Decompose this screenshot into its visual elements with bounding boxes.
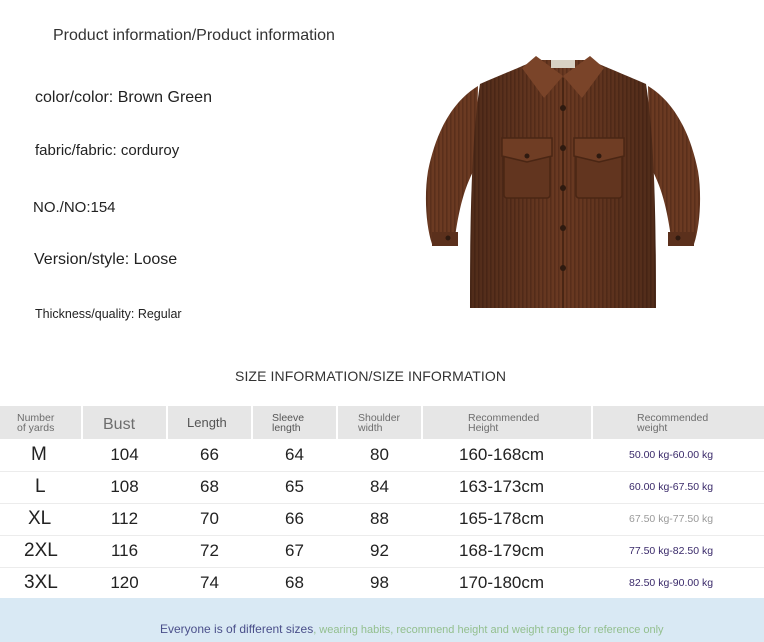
header-sleeve: Sleeve length [252, 406, 338, 439]
cell-height: 170-180cm [422, 567, 592, 600]
header-size: Number of yards [0, 406, 83, 439]
header-size-line2: of yards [17, 421, 55, 434]
cell-sleeve: 65 [252, 471, 337, 504]
header-weight: Recommended weight [592, 406, 764, 439]
table-row: M 104 66 64 80 160-168cm 50.00 kg-60.00 … [0, 439, 764, 472]
header-height: Recommended Height [422, 406, 593, 439]
footer-note-main: Everyone is of different sizes [160, 622, 314, 636]
size-section-title: SIZE INFORMATION/SIZE INFORMATION [235, 368, 507, 384]
spec-thickness: Thickness/quality: Regular [35, 307, 182, 321]
cell-height: 168-179cm [422, 535, 592, 568]
header-sleeve-line2: length [272, 421, 301, 434]
header-shoulder: Shoulder width [337, 406, 423, 439]
cell-length: 74 [167, 567, 252, 600]
cell-bust: 116 [82, 535, 167, 568]
cell-shoulder: 88 [337, 503, 422, 536]
size-table-header: Number of yards Bust Length Sleeve lengt… [0, 406, 764, 439]
cell-height: 163-173cm [422, 471, 592, 504]
header-shoulder-line1: Shoulder [358, 411, 401, 424]
header-height-line1: Recommended [468, 411, 540, 424]
cell-shoulder: 92 [337, 535, 422, 568]
page-title: Product information/Product information [53, 27, 335, 44]
cell-length: 70 [167, 503, 252, 536]
header-shoulder-line2: width [358, 421, 383, 434]
cell-sleeve: 67 [252, 535, 337, 568]
cell-bust: 120 [82, 567, 167, 600]
jacket-shape [425, 56, 701, 308]
header-height-line2: Height [468, 421, 499, 434]
cell-size: 3XL [0, 567, 82, 600]
table-row: XL 112 70 66 88 165-178cm 67.50 kg-77.50… [0, 503, 764, 536]
cell-length: 72 [167, 535, 252, 568]
header-bust: Bust [82, 406, 168, 439]
cell-bust: 108 [82, 471, 167, 504]
size-table: Number of yards Bust Length Sleeve lengt… [0, 406, 764, 600]
cell-size: M [0, 439, 82, 472]
cell-bust: 112 [82, 503, 167, 536]
header-size-line1: Number [17, 411, 55, 424]
cell-weight: 50.00 kg-60.00 kg [592, 439, 764, 472]
cell-shoulder: 98 [337, 567, 422, 600]
spec-fabric: fabric/fabric: corduroy [35, 142, 180, 159]
table-row: 2XL 116 72 67 92 168-179cm 77.50 kg-82.5… [0, 535, 764, 568]
table-row: L 108 68 65 84 163-173cm 60.00 kg-67.50 … [0, 471, 764, 504]
cell-weight: 60.00 kg-67.50 kg [592, 471, 764, 504]
cell-weight: 77.50 kg-82.50 kg [592, 535, 764, 568]
table-row: 3XL 120 74 68 98 170-180cm 82.50 kg-90.0… [0, 567, 764, 600]
cell-weight: 67.50 kg-77.50 kg [592, 503, 764, 536]
cell-size: XL [0, 503, 82, 536]
cell-weight: 82.50 kg-90.00 kg [592, 567, 764, 600]
spec-number: NO./NO:154 [33, 199, 116, 216]
cell-bust: 104 [82, 439, 167, 472]
cell-length: 66 [167, 439, 252, 472]
cell-sleeve: 66 [252, 503, 337, 536]
cell-length: 68 [167, 471, 252, 504]
footer-banner: Everyone is of different sizes, wearing … [0, 598, 764, 642]
cell-shoulder: 84 [337, 471, 422, 504]
footer-note-rest: , wearing habits, recommend height and w… [313, 624, 664, 636]
cell-sleeve: 68 [252, 567, 337, 600]
cell-size: 2XL [0, 535, 82, 568]
spec-color: color/color: Brown Green [35, 89, 212, 106]
cell-size: L [0, 471, 82, 504]
header-length: Length [167, 406, 253, 439]
footer-note: Everyone is of different sizes, wearing … [160, 622, 664, 636]
cell-height: 160-168cm [422, 439, 592, 472]
cell-height: 165-178cm [422, 503, 592, 536]
cell-sleeve: 64 [252, 439, 337, 472]
header-sleeve-line1: Sleeve [272, 411, 305, 424]
product-image [425, 56, 701, 308]
header-weight-line2: weight [637, 421, 668, 434]
spec-version: Version/style: Loose [34, 251, 178, 268]
cell-shoulder: 80 [337, 439, 422, 472]
header-weight-line1: Recommended [637, 411, 709, 424]
